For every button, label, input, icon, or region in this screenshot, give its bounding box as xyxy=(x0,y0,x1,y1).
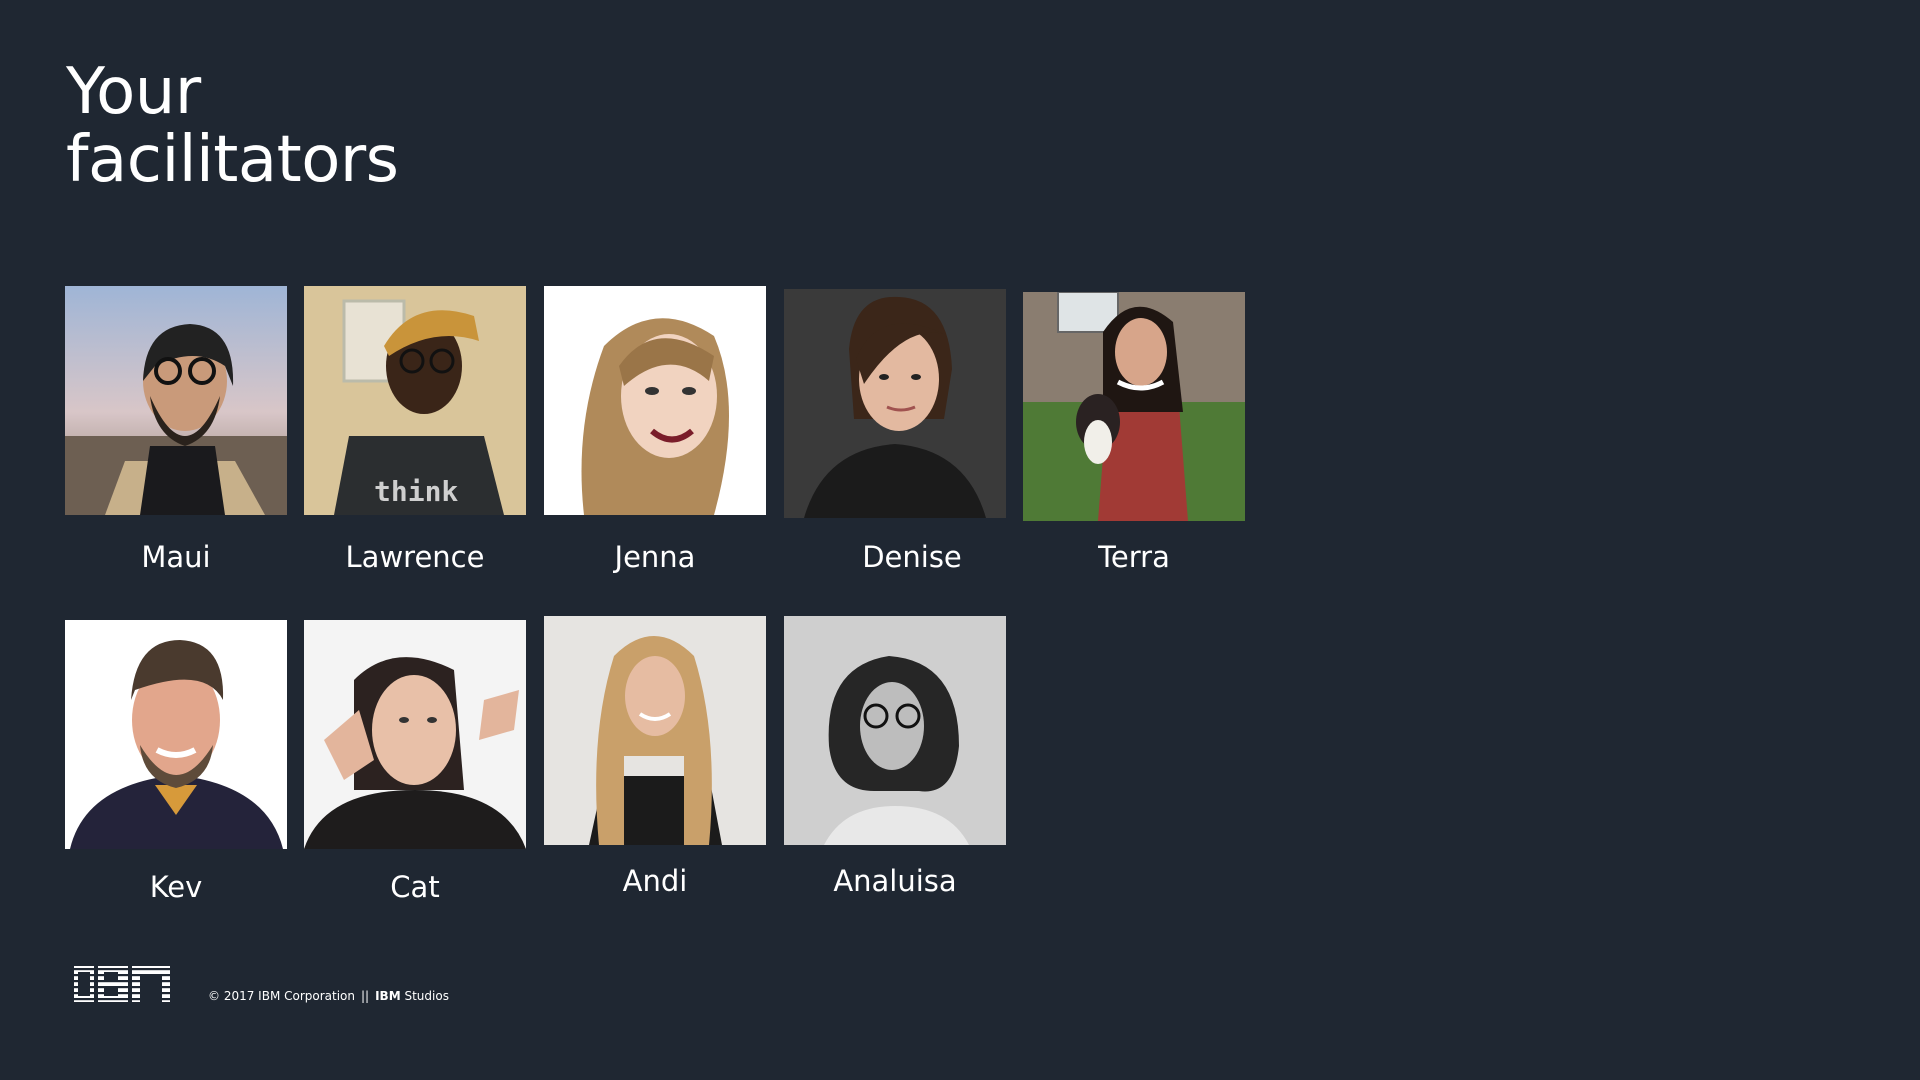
facilitator-card-lawrence: think Lawrence xyxy=(304,286,526,574)
footer-separator: || xyxy=(361,989,370,1003)
facilitator-card-andi: Andi xyxy=(544,616,766,898)
title-line-2: facilitators xyxy=(66,123,399,197)
facilitator-photo-maui xyxy=(65,286,287,515)
facilitator-photo-terra xyxy=(1023,292,1245,521)
facilitator-photo-kev xyxy=(65,620,287,849)
facilitator-name: Denise xyxy=(862,540,962,574)
facilitator-card-analuisa: Analuisa xyxy=(784,616,1006,898)
facilitator-name: Analuisa xyxy=(833,864,957,898)
facilitator-name: Lawrence xyxy=(345,540,485,574)
svg-text:think: think xyxy=(374,475,458,508)
facilitator-photo-andi xyxy=(544,616,766,845)
studio-brand: IBM xyxy=(375,989,401,1003)
facilitator-photo-lawrence: think xyxy=(304,286,526,515)
facilitator-card-terra: Terra xyxy=(1023,292,1245,574)
facilitator-card-maui: Maui xyxy=(65,286,287,574)
copyright-text: © 2017 IBM Corporation xyxy=(208,989,355,1003)
studio-suffix: Studios xyxy=(404,989,449,1003)
facilitator-name: Cat xyxy=(390,870,440,904)
facilitator-card-cat: Cat xyxy=(304,620,526,904)
facilitator-name: Jenna xyxy=(614,540,696,574)
slide-title: Your facilitators xyxy=(66,58,666,194)
facilitator-photo-denise xyxy=(784,289,1006,518)
footer-copyright: © 2017 IBM Corporation || IBM Studios xyxy=(208,989,449,1003)
facilitator-name: Kev xyxy=(149,870,203,904)
title-line-1: Your xyxy=(66,55,201,129)
facilitator-card-denise: Denise xyxy=(784,289,1006,574)
facilitator-photo-jenna xyxy=(544,286,766,515)
facilitator-photo-cat xyxy=(304,620,526,849)
facilitator-name: Terra xyxy=(1098,540,1170,574)
facilitator-card-jenna: Jenna xyxy=(544,286,766,574)
facilitator-name: Andi xyxy=(622,864,688,898)
facilitator-card-kev: Kev xyxy=(65,620,287,904)
facilitator-photo-analuisa xyxy=(784,616,1006,845)
ibm-logo-icon xyxy=(74,966,170,1002)
facilitator-name: Maui xyxy=(141,540,211,574)
